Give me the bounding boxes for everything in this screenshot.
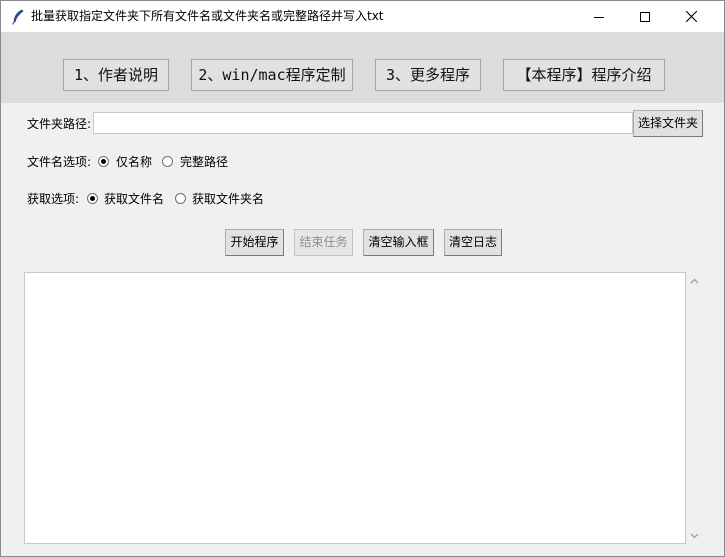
chevron-down-icon — [690, 533, 699, 538]
custom-program-button[interactable]: 2、win/mac程序定制 — [191, 59, 353, 91]
start-button[interactable]: 开始程序 — [225, 229, 284, 256]
top-toolbar: 1、作者说明 2、win/mac程序定制 3、更多程序 【本程序】程序介绍 — [1, 32, 724, 103]
maximize-button[interactable] — [622, 1, 668, 32]
fetch-option-label: 获取选项: — [27, 192, 80, 206]
maximize-icon — [640, 11, 650, 22]
radio-get-folders-label[interactable]: 获取文件夹名 — [192, 192, 264, 206]
close-button[interactable] — [668, 1, 714, 32]
radio-get-files[interactable] — [87, 193, 98, 204]
folder-path-input[interactable] — [93, 112, 633, 134]
clear-log-button[interactable]: 清空日志 — [444, 229, 502, 256]
app-window: 批量获取指定文件夹下所有文件名或文件夹名或完整路径并写入txt 1、作者说明 2… — [0, 0, 725, 557]
title-bar: 批量获取指定文件夹下所有文件名或文件夹名或完整路径并写入txt — [1, 1, 724, 32]
radio-name-only-label[interactable]: 仅名称 — [116, 155, 152, 169]
radio-full-path[interactable] — [162, 156, 173, 167]
scroll-down-button[interactable] — [686, 527, 703, 544]
name-option-label: 文件名选项: — [27, 155, 92, 169]
feather-icon — [11, 9, 25, 25]
more-programs-button[interactable]: 3、更多程序 — [375, 59, 481, 91]
minimize-icon — [594, 16, 604, 18]
program-intro-button[interactable]: 【本程序】程序介绍 — [503, 59, 665, 91]
folder-path-label: 文件夹路径: — [27, 117, 92, 131]
scroll-up-button[interactable] — [686, 272, 703, 289]
minimize-button[interactable] — [576, 1, 622, 32]
window-title: 批量获取指定文件夹下所有文件名或文件夹名或完整路径并写入txt — [31, 9, 384, 23]
radio-full-path-label[interactable]: 完整路径 — [180, 155, 228, 169]
chevron-up-icon — [690, 278, 699, 283]
log-textarea[interactable] — [24, 272, 686, 544]
author-info-button[interactable]: 1、作者说明 — [63, 59, 169, 91]
clear-input-button[interactable]: 清空输入框 — [363, 229, 434, 256]
log-scrollbar[interactable] — [686, 272, 703, 544]
select-folder-button[interactable]: 选择文件夹 — [633, 110, 703, 137]
radio-get-files-label[interactable]: 获取文件名 — [104, 192, 164, 206]
radio-name-only[interactable] — [98, 156, 109, 167]
radio-get-folders[interactable] — [175, 193, 186, 204]
close-icon — [685, 11, 697, 22]
stop-task-button[interactable]: 结束任务 — [294, 229, 353, 256]
